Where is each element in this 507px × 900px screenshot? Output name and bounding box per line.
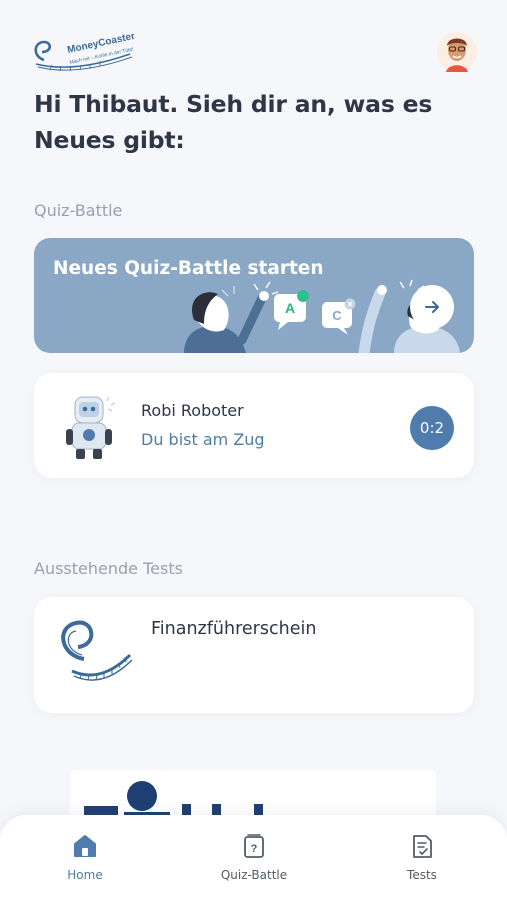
start-quiz-battle-banner[interactable]: A C Neues Quiz-Battle starten — [34, 238, 474, 353]
robot-avatar — [62, 393, 120, 463]
user-avatar[interactable] — [436, 30, 478, 74]
answer-bubble-c: C — [332, 308, 342, 323]
tab-home[interactable]: Home — [30, 833, 140, 882]
score-badge: 0:2 — [410, 406, 454, 450]
quiz-battle-card[interactable]: Robi Roboter Du bist am Zug 0:2 — [34, 373, 474, 478]
tab-home-label: Home — [67, 868, 103, 882]
test-title: Finanzführerschein — [151, 619, 317, 639]
section-label-pending-tests: Ausstehende Tests — [34, 559, 183, 578]
svg-text:?: ? — [251, 843, 258, 855]
turn-status: Du bist am Zug — [141, 430, 265, 449]
opponent-name: Robi Roboter — [141, 401, 244, 420]
moneycoaster-logo: MoneyCoaster Mach mit – Kohle in der Tüt… — [30, 31, 142, 76]
answer-bubble-a: A — [285, 300, 295, 316]
arrow-right-icon — [425, 301, 439, 313]
test-card-finanzfuehrerschein[interactable]: Finanzführerschein — [34, 597, 474, 713]
home-icon — [74, 835, 96, 857]
quiz-battle-illustration: A C — [184, 279, 460, 353]
tab-quiz-battle[interactable]: ? Quiz-Battle — [199, 833, 309, 882]
greeting-heading: Hi Thibaut. Sieh dir an, was es Neues gi… — [34, 90, 433, 154]
coaster-logo-icon — [54, 615, 134, 687]
tab-quiz-battle-label: Quiz-Battle — [220, 868, 288, 882]
section-label-quiz-battle: Quiz-Battle — [34, 201, 123, 220]
quiz-card-icon: ? — [244, 834, 264, 858]
bottom-tab-bar: Home ? Quiz-Battle Tests — [0, 815, 507, 900]
test-document-icon — [413, 835, 432, 858]
banner-title: Neues Quiz-Battle starten — [53, 258, 324, 279]
start-battle-arrow-button[interactable] — [410, 285, 454, 329]
tab-tests[interactable]: Tests — [367, 833, 477, 882]
tab-tests-label: Tests — [407, 868, 437, 882]
